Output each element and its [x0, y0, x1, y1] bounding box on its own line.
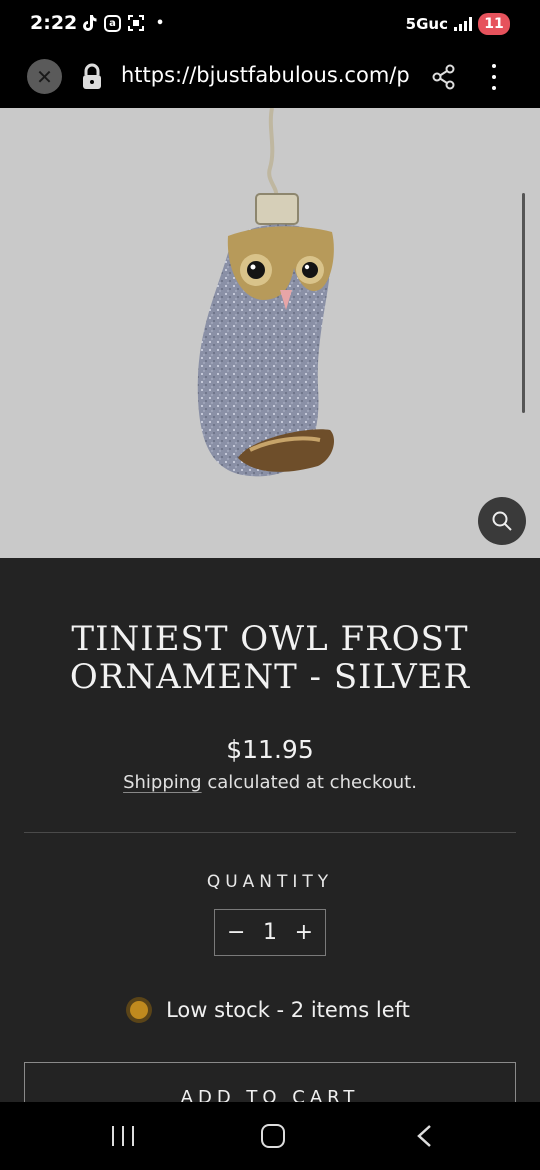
divider	[24, 832, 516, 833]
dot-icon: •	[155, 15, 165, 31]
search-icon	[492, 511, 512, 531]
quantity-label: QUANTITY	[206, 872, 334, 892]
add-to-cart-button[interactable]: ADD TO CART	[24, 1062, 516, 1102]
recents-icon[interactable]	[112, 1126, 134, 1146]
stock-indicator-icon	[130, 1001, 149, 1019]
system-nav-bar	[0, 1102, 540, 1170]
increase-quantity-button[interactable]: +	[295, 920, 313, 945]
close-icon[interactable]: ✕	[27, 59, 62, 94]
stock-status: Low stock - 2 items left	[0, 998, 540, 1022]
tiktok-icon	[80, 14, 98, 32]
home-icon[interactable]	[261, 1124, 285, 1148]
app-icon: a	[104, 14, 121, 32]
signal-icon	[454, 17, 472, 31]
add-to-cart-label: ADD TO CART	[180, 1087, 360, 1102]
network-label: 5Guc	[405, 15, 448, 33]
shipping-note-text: calculated at checkout.	[201, 772, 417, 793]
product-price: $11.95	[226, 735, 314, 764]
status-time: 2:22	[30, 12, 78, 34]
status-right: 5Guc 11	[406, 13, 510, 35]
status-notification-icons: a •	[80, 14, 169, 32]
stock-text: Low stock - 2 items left	[166, 998, 410, 1022]
shipping-link[interactable]: Shipping	[123, 772, 202, 793]
screenshot-icon	[127, 14, 145, 32]
quantity-stepper: − 1 +	[214, 909, 326, 956]
status-bar: 2:22 a • 5Guc 11	[0, 0, 540, 50]
lock-icon[interactable]	[80, 63, 104, 91]
shipping-note: Shipping calculated at checkout.	[0, 772, 540, 793]
product-image[interactable]	[0, 108, 540, 558]
back-icon[interactable]	[414, 1124, 436, 1148]
url-field[interactable]: https://bjustfabulous.com/pr	[121, 63, 411, 87]
zoom-button[interactable]	[478, 497, 526, 545]
product-info: TINIEST OWL FROST ORNAMENT - SILVER $11.…	[0, 558, 540, 1102]
scrollbar[interactable]	[522, 193, 525, 413]
battery-badge: 11	[478, 13, 510, 35]
share-icon[interactable]	[430, 63, 458, 91]
owl-ornament-image	[197, 108, 334, 477]
decrease-quantity-button[interactable]: −	[227, 920, 245, 945]
more-vertical-icon[interactable]	[482, 64, 506, 90]
quantity-value[interactable]: 1	[263, 920, 277, 945]
browser-toolbar: ✕ https://bjustfabulous.com/pr	[0, 50, 540, 108]
product-title: TINIEST OWL FROST ORNAMENT - SILVER	[69, 619, 471, 697]
